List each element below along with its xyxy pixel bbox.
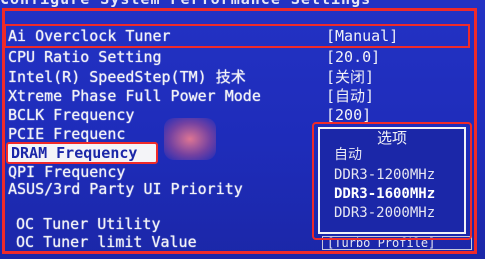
option-ddr3-1600[interactable]: DDR3-1600MHz [334, 185, 435, 204]
option-auto[interactable]: 自动 [334, 146, 362, 165]
setting-ai-overclock-tuner[interactable]: Ai Overclock Tuner [8, 27, 171, 46]
setting-oc-tuner-utility[interactable]: OC Tuner Utility [16, 215, 161, 234]
setting-oc-tuner-limit[interactable]: OC Tuner limit Value [16, 233, 197, 252]
setting-ui-priority[interactable]: ASUS/3rd Party UI Priority [8, 180, 243, 199]
setting-cpu-ratio[interactable]: CPU Ratio Setting [8, 48, 162, 67]
bios-screen: Configure System Performance Settings Ai… [0, 0, 485, 259]
option-ddr3-2000[interactable]: DDR3-2000MHz [334, 204, 435, 223]
option-ddr3-1200[interactable]: DDR3-1200MHz [334, 166, 435, 185]
setting-xtreme-phase[interactable]: Xtreme Phase Full Power Mode [8, 87, 261, 106]
popup-title: 选项 [376, 129, 407, 147]
options-popup: 选项 自动 DDR3-1200MHz DDR3-1600MHz DDR3-200… [318, 127, 466, 234]
blurred-watermark [164, 118, 216, 160]
value-ai-overclock-tuner[interactable]: [Manual] [326, 27, 398, 46]
setting-dram-frequency[interactable]: DRAM Frequency [6, 142, 158, 164]
setting-speedstep[interactable]: Intel(R) SpeedStep(TM) 技术 [8, 68, 246, 87]
value-xtreme-phase[interactable]: [自动] [326, 87, 374, 106]
value-speedstep[interactable]: [关闭] [326, 68, 374, 87]
value-cpu-ratio[interactable]: [20.0] [326, 48, 380, 67]
dram-frequency-label: DRAM Frequency [11, 144, 138, 162]
setting-bclk-frequency[interactable]: BCLK Frequency [8, 106, 134, 125]
